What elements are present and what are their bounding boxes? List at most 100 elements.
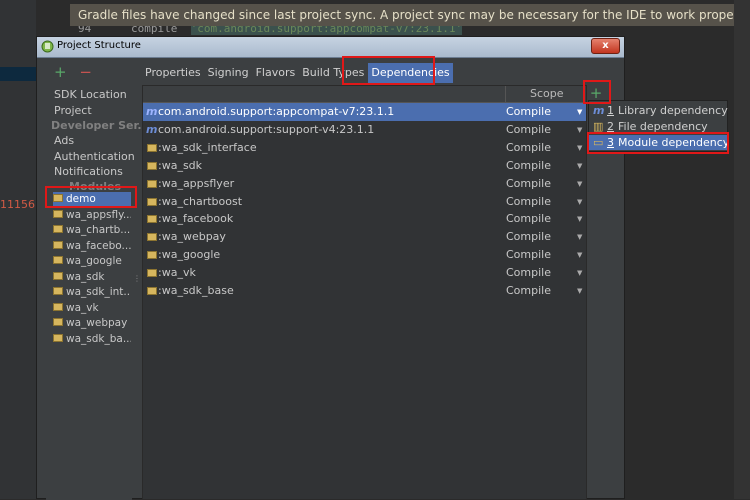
sidebar-section-developer-services: Developer Ser... <box>51 119 150 132</box>
sidebar-module-item[interactable]: wa_sdk_int... <box>53 285 131 300</box>
tab-signing[interactable]: Signing <box>204 63 252 83</box>
dependency-name: :wa_google <box>158 248 221 261</box>
table-row[interactable]: :wa_sdk_base Compile ▼ <box>143 282 586 300</box>
gutter-selection <box>0 67 36 81</box>
sidebar-module-item[interactable]: wa_webpay <box>53 316 131 331</box>
scope-value[interactable]: Compile <box>506 210 551 228</box>
add-module-icon[interactable]: + <box>54 63 67 81</box>
scope-value[interactable]: Compile <box>506 193 551 211</box>
chevron-down-icon[interactable]: ▼ <box>577 264 582 282</box>
dependency-name: com.android.support:support-v4:23.1.1 <box>158 123 375 136</box>
column-divider[interactable] <box>505 86 506 102</box>
sidebar-module-item[interactable]: wa_google <box>53 254 131 269</box>
scope-value[interactable]: Compile <box>506 103 551 121</box>
project-structure-dialog: Project Structure x + − SDK Location Pro… <box>36 36 625 500</box>
scope-value[interactable]: Compile <box>506 157 551 175</box>
gradle-sync-banner: Gradle files have changed since last pro… <box>70 4 750 26</box>
chevron-down-icon[interactable]: ▼ <box>577 103 582 121</box>
table-row[interactable]: :wa_appsflyer Compile ▼ <box>143 175 586 193</box>
module-folder-icon <box>147 233 157 241</box>
sidebar-item-ads[interactable]: Ads <box>54 134 74 147</box>
dependency-name: :wa_sdk <box>158 159 203 172</box>
sidebar-module-item[interactable]: wa_sdk <box>53 270 131 285</box>
dependency-name: :wa_sdk_interface <box>158 141 257 154</box>
android-studio-icon <box>41 40 54 53</box>
module-label: wa_appsfly... <box>66 209 131 221</box>
menu-item-library-dependency[interactable]: m 1 Library dependency <box>589 103 728 118</box>
editor-gutter <box>0 0 36 499</box>
module-folder-icon <box>147 287 157 295</box>
sidebar-module-item[interactable]: wa_chartb... <box>53 223 131 238</box>
module-label: wa_vk <box>66 302 99 314</box>
scope-value[interactable]: Compile <box>506 264 551 282</box>
maven-icon: m <box>146 123 158 136</box>
table-row[interactable]: :wa_sdk_interface Compile ▼ <box>143 139 586 157</box>
module-folder-icon <box>53 210 63 218</box>
scope-value[interactable]: Compile <box>506 139 551 157</box>
chevron-down-icon[interactable]: ▼ <box>577 139 582 157</box>
module-label: wa_sdk_int... <box>66 286 131 298</box>
dependencies-table: Scope m com.android.support:appcompat-v7:… <box>142 85 587 500</box>
sidebar-item-authentication[interactable]: Authentication <box>54 150 135 163</box>
module-folder-icon <box>53 318 63 326</box>
chevron-down-icon[interactable]: ▼ <box>577 210 582 228</box>
chevron-down-icon[interactable]: ▼ <box>577 121 582 139</box>
sidebar-module-item[interactable]: wa_facebo... <box>53 239 131 254</box>
module-folder-icon <box>147 269 157 277</box>
dependency-name: com.android.support:appcompat-v7:23.1.1 <box>158 105 395 118</box>
table-row[interactable]: :wa_webpay Compile ▼ <box>143 228 586 246</box>
menu-label: Library dependency <box>618 104 728 117</box>
chevron-down-icon[interactable]: ▼ <box>577 246 582 264</box>
chevron-down-icon[interactable]: ▼ <box>577 157 582 175</box>
maven-icon: m <box>593 104 605 117</box>
scope-column-header[interactable]: Scope <box>530 87 564 100</box>
module-folder-icon <box>147 162 157 170</box>
dependency-name: :wa_vk <box>158 266 196 279</box>
table-row[interactable]: m com.android.support:appcompat-v7:23.1.1… <box>143 103 586 121</box>
dialog-title: Project Structure <box>57 40 141 51</box>
table-row[interactable]: :wa_vk Compile ▼ <box>143 264 586 282</box>
highlight-add-button <box>583 80 611 104</box>
chevron-down-icon[interactable]: ▼ <box>577 175 582 193</box>
sidebar-module-item[interactable]: wa_sdk_ba... <box>53 332 131 347</box>
close-button[interactable]: x <box>591 38 620 54</box>
highlight-module-dependency <box>587 132 729 154</box>
chevron-down-icon[interactable]: ▼ <box>577 193 582 211</box>
remove-module-icon[interactable]: − <box>79 63 92 81</box>
menu-mnemonic: 1 <box>607 104 614 117</box>
module-folder-icon <box>147 215 157 223</box>
dialog-titlebar[interactable]: Project Structure x <box>37 37 624 58</box>
table-row[interactable]: :wa_chartboost Compile ▼ <box>143 193 586 211</box>
splitter-handle[interactable]: ⋮ <box>133 275 141 289</box>
table-row[interactable]: :wa_facebook Compile ▼ <box>143 210 586 228</box>
scope-value[interactable]: Compile <box>506 175 551 193</box>
module-label: wa_sdk_ba... <box>66 333 131 345</box>
sidebar-item-notifications[interactable]: Notifications <box>54 165 123 178</box>
dependency-name: :wa_sdk_base <box>158 284 234 297</box>
scope-value[interactable]: Compile <box>506 282 551 300</box>
tab-properties[interactable]: Properties <box>142 63 204 83</box>
module-folder-icon <box>147 251 157 259</box>
module-folder-icon <box>53 272 63 280</box>
sidebar-toolbar: + − <box>54 63 92 81</box>
dependency-name: :wa_chartboost <box>158 195 243 208</box>
module-settings-panel: Properties Signing Flavors Build Types Depen… <box>142 59 622 500</box>
dependency-name: :wa_facebook <box>158 212 234 225</box>
dependency-name: :wa_appsflyer <box>158 177 235 190</box>
chevron-down-icon[interactable]: ▼ <box>577 282 582 300</box>
chevron-down-icon[interactable]: ▼ <box>577 228 582 246</box>
sidebar-item-project[interactable]: Project <box>54 104 92 117</box>
table-row[interactable]: :wa_google Compile ▼ <box>143 246 586 264</box>
module-label: wa_chartb... <box>66 224 131 236</box>
scope-value[interactable]: Compile <box>506 228 551 246</box>
sidebar-item-sdk-location[interactable]: SDK Location <box>54 88 127 101</box>
scope-value[interactable]: Compile <box>506 246 551 264</box>
scope-value[interactable]: Compile <box>506 121 551 139</box>
sidebar-module-item[interactable]: wa_vk <box>53 301 131 316</box>
table-row[interactable]: :wa_sdk Compile ▼ <box>143 157 586 175</box>
tab-flavors[interactable]: Flavors <box>252 63 299 83</box>
module-label: wa_facebo... <box>66 240 131 252</box>
sidebar-module-item[interactable]: wa_appsfly... <box>53 208 131 223</box>
dependency-name: :wa_webpay <box>158 230 226 243</box>
table-row[interactable]: m com.android.support:support-v4:23.1.1 Co… <box>143 121 586 139</box>
